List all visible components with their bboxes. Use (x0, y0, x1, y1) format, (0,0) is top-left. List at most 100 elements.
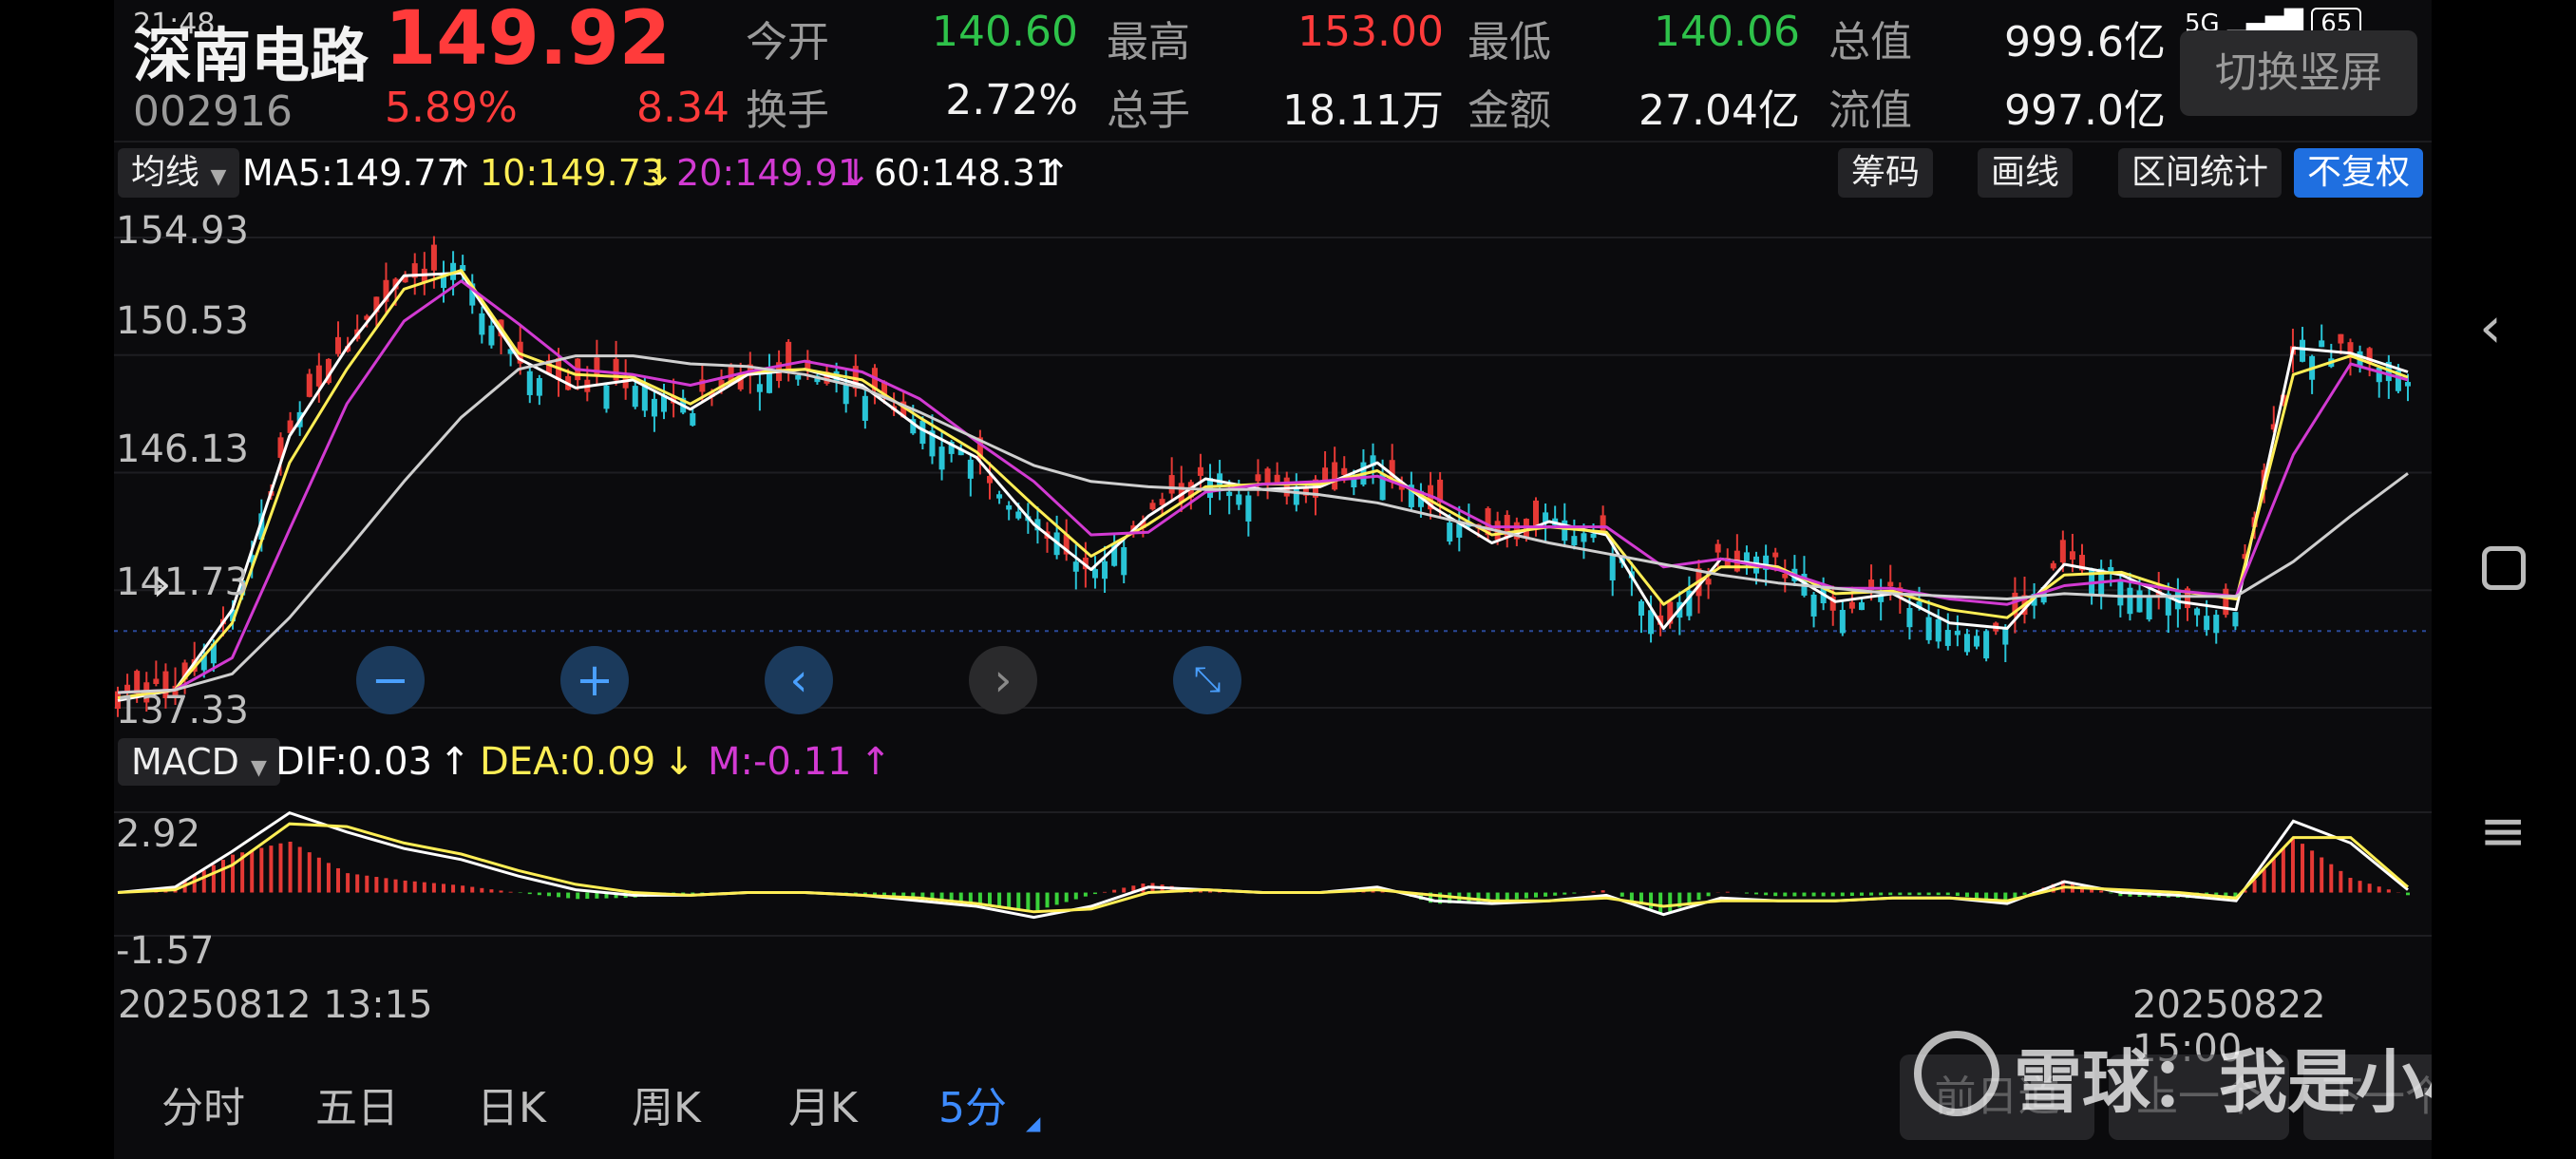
stock-price: 149.92 (385, 0, 671, 82)
candle-body (1944, 630, 1951, 646)
price-axis-label: 146.13 (116, 428, 249, 471)
dea-arrow-icon: ↓ (663, 740, 695, 784)
candle-body (1963, 634, 1970, 653)
draw-line-button[interactable]: 画线 (1978, 148, 2074, 198)
stat-value: 27.04亿 (1638, 86, 1800, 135)
candle-body (2136, 590, 2143, 613)
scroll-left-button[interactable]: ‹ (765, 646, 833, 714)
candle-body (1015, 511, 1022, 519)
candle-body (335, 336, 342, 354)
stat-value: 18.11万 (1282, 86, 1444, 135)
candle-body (1810, 594, 1817, 617)
candle-body (1638, 600, 1644, 617)
candle-body (153, 678, 160, 684)
macd-axis-label: -1.57 (116, 929, 215, 973)
dropdown-triangle-icon: ▼ (210, 165, 227, 189)
switch-portrait-button[interactable]: 切换竖屏 (2180, 30, 2417, 116)
candle-body (1648, 610, 1655, 635)
time-axis-start: 20250812 13:15 (118, 983, 433, 1027)
indicator-selector[interactable]: 均线 ▼ (118, 148, 240, 198)
tab-five-day[interactable]: 五日 (315, 1074, 399, 1134)
candle-body (1974, 636, 1980, 647)
range-stats-button[interactable]: 区间统计 (2118, 148, 2282, 198)
macd-selector[interactable]: MACD ▼ (118, 738, 280, 786)
macd-chart[interactable] (114, 793, 2432, 974)
tab-intraday[interactable]: 分时 (161, 1074, 245, 1134)
candle-body (2050, 562, 2056, 569)
candle-body (2146, 598, 2152, 620)
stat-label: 最高 (1107, 18, 1190, 66)
change-amount: 8.34 (636, 84, 729, 132)
stat-label: 今开 (746, 18, 829, 66)
candle-body (1121, 547, 1127, 576)
candle-body (2300, 339, 2306, 362)
xueqiu-logo-icon (1914, 1031, 1999, 1116)
stat-label: 总手 (1107, 86, 1190, 135)
candle-body (843, 384, 849, 405)
candle-body (2319, 340, 2325, 348)
stat-label: 总值 (1828, 18, 1912, 66)
candle-body (756, 384, 763, 392)
scroll-right-button[interactable]: › (969, 646, 1037, 714)
expand-left-chevron-icon[interactable]: › (152, 556, 172, 613)
zoom-out-button[interactable]: − (356, 646, 425, 714)
chips-button[interactable]: 筹码 (1838, 148, 1934, 198)
candle-body (2127, 587, 2133, 615)
tab-weekly-k[interactable]: 周K (632, 1074, 701, 1134)
menu-lines-icon[interactable]: ≡ (2479, 798, 2527, 864)
back-chevron-icon[interactable]: ‹ (2479, 294, 2502, 361)
candle-body (1197, 466, 1203, 476)
candle-body (1168, 475, 1175, 494)
stock-app: 21:48 5G ▂▄▆█ 65 深南电路 149.92 002916 5.89… (114, 0, 2561, 1159)
stock-code: 002916 (133, 87, 293, 136)
candle-body (1983, 631, 1990, 659)
candle-body (1848, 601, 1855, 609)
candle-body (2232, 612, 2239, 627)
candle-body (1102, 560, 1108, 580)
candle-body (1447, 522, 1453, 542)
candle-body (967, 459, 974, 479)
price-axis-label: 141.73 (116, 560, 249, 604)
tab-monthly-k[interactable]: 月K (788, 1074, 858, 1134)
candle-body (1571, 536, 1578, 545)
stat-label: 金额 (1468, 86, 1551, 135)
change-percent: 5.89% (385, 84, 518, 132)
chevron-right-icon: › (994, 654, 1013, 707)
candle-body (2194, 608, 2201, 616)
stock-name: 深南电路 (133, 21, 369, 90)
stat-value: 999.6亿 (2004, 18, 2166, 66)
stat-value: 153.00 (1297, 8, 1444, 56)
candle-body (1839, 609, 1846, 634)
zoom-in-button[interactable]: + (560, 646, 629, 714)
candlestick-chart[interactable] (114, 204, 2432, 727)
price-axis-label: 150.53 (116, 299, 249, 343)
candle-body (2108, 566, 2114, 572)
stat-value: 140.06 (1654, 8, 1800, 56)
ma5-value: MA5:149.77 (242, 152, 460, 194)
no-adjust-button[interactable]: 不复权 (2294, 148, 2424, 198)
dif-arrow-icon: ↑ (439, 740, 471, 784)
tab-5min[interactable]: 5分 (938, 1074, 1007, 1134)
candle-body (2069, 551, 2075, 560)
candle-body (1590, 533, 1597, 539)
stat-value: 140.60 (932, 8, 1078, 56)
recents-square-icon[interactable] (2482, 546, 2526, 590)
shrink-button[interactable]: ⤡ (1173, 646, 1241, 714)
candle-body (1772, 552, 1779, 558)
price-axis-label: 137.33 (116, 689, 249, 732)
candle-body (651, 398, 657, 417)
candle-body (603, 385, 610, 409)
candle-body (1935, 618, 1941, 642)
price-axis-label: 154.93 (116, 209, 249, 253)
m-arrow-icon: ↑ (860, 740, 892, 784)
candle-body (1533, 500, 1540, 528)
ma20-value: 20:149.91 (676, 152, 862, 194)
candle-body (2338, 333, 2344, 344)
candle-body (1149, 503, 1156, 510)
candle-body (430, 244, 437, 271)
ma-line-ma60 (117, 354, 2409, 694)
candle-body (1600, 515, 1606, 531)
macd-dea-line (117, 822, 2409, 914)
candle-body (795, 375, 802, 380)
tab-daily-k[interactable]: 日K (477, 1074, 546, 1134)
